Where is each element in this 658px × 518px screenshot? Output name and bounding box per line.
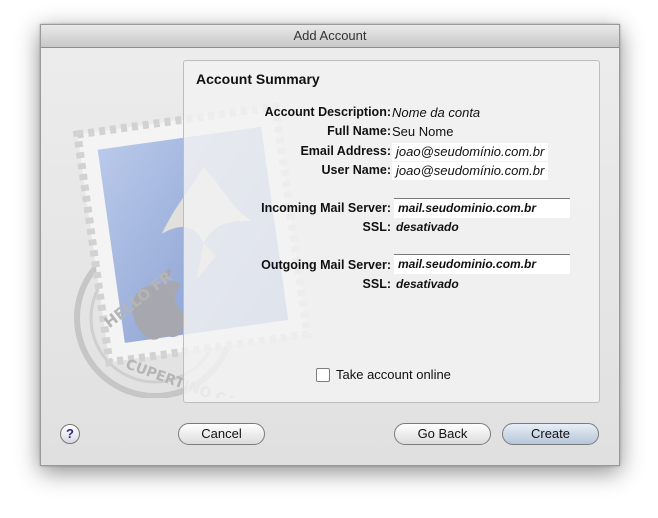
help-button[interactable]: ?: [60, 424, 80, 444]
user-name-label: User Name:: [321, 163, 391, 177]
take-account-online-label: Take account online: [336, 367, 451, 382]
full-name-value: Seu Nome: [392, 124, 454, 139]
cancel-button[interactable]: Cancel: [178, 423, 265, 445]
take-account-online-option[interactable]: Take account online: [316, 367, 451, 382]
dialog-content: HELLO FR CUPERTINO CA Account Summary Ac…: [41, 48, 619, 465]
incoming-server-label: Incoming Mail Server:: [261, 201, 391, 215]
incoming-server-value: mail.seudominio.com.br: [394, 198, 570, 218]
account-description-value: Nome da conta: [392, 105, 481, 120]
take-account-online-checkbox[interactable]: [316, 367, 330, 382]
user-name-value: joao@seudomínio.com.br: [392, 162, 549, 180]
window-title: Add Account: [41, 25, 619, 48]
account-description-label: Account Description:: [264, 105, 391, 119]
incoming-ssl-label: SSL:: [362, 220, 391, 234]
panel-title: Account Summary: [196, 71, 320, 87]
incoming-ssl-value: desativado: [396, 220, 459, 234]
outgoing-ssl-label: SSL:: [362, 277, 391, 291]
outgoing-ssl-value: desativado: [396, 277, 459, 291]
outgoing-server-value: mail.seudominio.com.br: [394, 254, 570, 274]
email-address-label: Email Address:: [300, 144, 391, 158]
email-address-value: joao@seudomínio.com.br: [392, 143, 549, 161]
create-button[interactable]: Create: [502, 423, 599, 445]
outgoing-server-label: Outgoing Mail Server:: [261, 258, 391, 272]
go-back-button[interactable]: Go Back: [394, 423, 491, 445]
add-account-dialog: Add Account HELLO FR CUPERTINO CA Accoun…: [40, 24, 620, 466]
account-summary-panel: Account Summary Account Description: Nom…: [183, 60, 600, 403]
full-name-label: Full Name:: [327, 124, 391, 138]
